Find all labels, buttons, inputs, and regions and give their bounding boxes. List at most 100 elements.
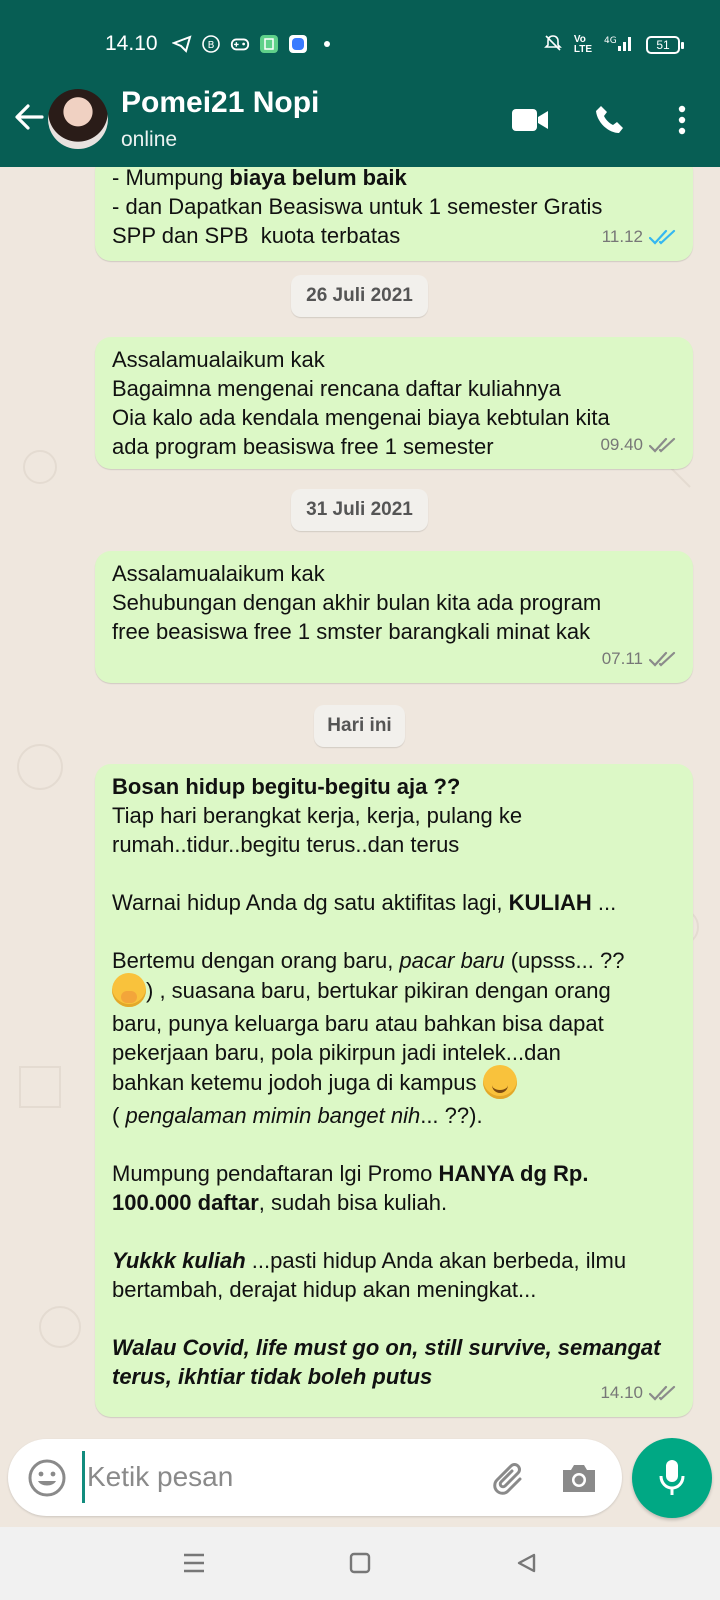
double-check-icon — [649, 1385, 676, 1401]
video-call-button[interactable] — [510, 100, 550, 140]
camera-icon — [563, 1465, 595, 1492]
message-text-run: Mumpung pendaftaran lgi Promo — [112, 1161, 439, 1186]
voice-call-button[interactable] — [590, 100, 630, 140]
message-time: 14.10 — [600, 1383, 643, 1402]
message-text-run: baru, punya keluarga baru atau bahkan bi… — [112, 1011, 604, 1036]
voice-message-button[interactable] — [632, 1438, 712, 1518]
message-meta: 14.10 — [600, 1378, 677, 1407]
message-text-run: pengalaman mimin banget nih — [125, 1103, 421, 1128]
message-line — [112, 1130, 675, 1159]
message-line — [112, 1217, 675, 1246]
message-text: - Mumpung biaya belum baik - dan Dapatkan… — [112, 167, 675, 250]
message-line: terus, ikhtiar tidak boleh putus — [112, 1362, 675, 1391]
date-chip-today: Hari ini — [314, 705, 405, 747]
message-bubble-2[interactable]: Assalamualaikum kak Bagaimna mengenai ren… — [95, 337, 693, 469]
message-meta: 11.12 — [602, 222, 677, 251]
back-nav-button[interactable] — [508, 1545, 544, 1581]
status-left-icons: B — [172, 34, 337, 54]
message-text-run: Yukkk kuliah — [112, 1248, 246, 1273]
message-text-run — [112, 1132, 118, 1157]
message-line: bertambah, derajat hidup akan meningkat.… — [112, 1275, 675, 1304]
double-check-read-icon — [649, 229, 676, 245]
attach-button[interactable] — [486, 1457, 528, 1499]
message-text-run: Bertemu dengan orang baru, — [112, 948, 400, 973]
message-text-run: Sehubungan dengan akhir bulan kita ada p… — [112, 590, 602, 615]
home-nav-button[interactable] — [342, 1545, 378, 1581]
contact-name[interactable]: Pomei21 Nopi — [121, 86, 319, 120]
message-meta: 07.11 — [602, 644, 677, 673]
menu-icon — [184, 1553, 204, 1573]
smiley-icon — [28, 1459, 66, 1497]
message-line: - dan Dapatkan Beasiswa untuk 1 semester… — [112, 192, 675, 221]
message-text-run: Oia kalo ada kendala mengenai biaya kebt… — [112, 405, 610, 430]
menu-nav-button[interactable] — [176, 1545, 212, 1581]
message-text-run: biaya belum baik — [229, 167, 407, 190]
message-line: ( pengalaman mimin banget nih... ??). — [112, 1101, 675, 1130]
message-text-run: free beasiswa free 1 smster barangkali m… — [112, 619, 591, 644]
message-text-run: Assalamualaikum kak — [112, 347, 325, 372]
home-icon — [349, 1552, 371, 1574]
message-meta: 09.40 — [600, 430, 677, 459]
message-text-run: SPP dan SPB kuota terbatas — [112, 223, 401, 248]
message-line: Mumpung pendaftaran lgi Promo HANYA dg R… — [112, 1159, 675, 1188]
message-line: ) , suasana baru, bertukar pikiran denga… — [112, 973, 675, 1009]
message-line — [112, 917, 675, 946]
message-line — [112, 859, 675, 888]
message-text-run: ( — [112, 1103, 126, 1128]
telegram-icon — [172, 34, 192, 54]
double-check-icon — [649, 651, 676, 667]
message-bubble-4[interactable]: Bosan hidup begitu-begitu aja ?? Tiap har… — [95, 764, 693, 1417]
message-text-run: 100.000 daftar — [112, 1190, 259, 1215]
message-text-run: Bagaimna mengenai rencana daftar kuliahn… — [112, 376, 561, 401]
message-bubble-1[interactable]: - Mumpung biaya belum baik - dan Dapatkan… — [95, 167, 693, 261]
phone-icon — [596, 106, 623, 133]
message-input[interactable] — [82, 1451, 462, 1503]
message-text-run — [112, 1219, 118, 1244]
chat-area[interactable]: - Mumpung biaya belum baik - dan Dapatkan… — [0, 167, 720, 1429]
message-text-run: bahkan ketemu jodoh juga di kampus — [112, 1069, 483, 1095]
message-text-run: HANYA dg Rp. — [438, 1161, 589, 1186]
avatar[interactable] — [48, 89, 108, 149]
message-text-run: (upsss... ?? — [504, 948, 625, 973]
message-line: Bagaimna mengenai rencana daftar kuliahn… — [112, 374, 675, 403]
back-triangle-icon — [517, 1553, 536, 1573]
hand-over-mouth-emoji — [112, 973, 146, 1007]
message-time: 09.40 — [600, 435, 643, 454]
message-text-run: ... ??). — [420, 1103, 483, 1128]
gamepad-icon — [230, 34, 250, 54]
message-text-run: Bosan hidup begitu-begitu aja ?? — [112, 774, 461, 799]
back-button[interactable] — [12, 100, 46, 134]
system-nav-bar — [0, 1527, 720, 1600]
message-line: baru, punya keluarga baru atau bahkan bi… — [112, 1009, 675, 1038]
message-text: Assalamualaikum kak Sehubungan dengan akh… — [112, 559, 675, 646]
message-text: Assalamualaikum kak Bagaimna mengenai ren… — [112, 345, 675, 461]
status-right-icons: Vo LTE 4G 51 — [543, 34, 684, 55]
message-bubble-3[interactable]: Assalamualaikum kak Sehubungan dengan akh… — [95, 551, 693, 683]
camera-button[interactable] — [558, 1457, 600, 1499]
status-bar: 14.10 B Vo LTE 4G 51 — [0, 0, 720, 88]
message-line: - Mumpung biaya belum baik — [112, 167, 675, 192]
message-line: 100.000 daftar, sudah bisa kuliah. — [112, 1188, 675, 1217]
status-time: 14.10 — [105, 32, 158, 55]
message-line: Bertemu dengan orang baru, pacar baru (u… — [112, 946, 675, 975]
message-text-run: pacar baru — [399, 948, 505, 973]
message-text-run: rumah..tidur..begitu terus..dan terus — [112, 832, 460, 857]
date-chip: 31 Juli 2021 — [291, 489, 428, 531]
message-text-run: ada program beasiswa free 1 semester — [112, 434, 494, 459]
message-text-run: - Mumpung — [112, 167, 230, 190]
svg-text:4G: 4G — [604, 36, 617, 46]
message-time: 11.12 — [601, 227, 643, 246]
date-chip: 26 Juli 2021 — [291, 275, 428, 317]
message-line: Sehubungan dengan akhir bulan kita ada p… — [112, 588, 675, 617]
message-line: free beasiswa free 1 smster barangkali m… — [112, 617, 675, 646]
message-text: Bosan hidup begitu-begitu aja ?? Tiap har… — [112, 772, 675, 1391]
message-text-run: KULIAH — [508, 890, 592, 915]
message-composer — [8, 1439, 622, 1516]
message-line: Walau Covid, life must go on, still surv… — [112, 1333, 675, 1362]
message-line: pekerjaan baru, pola pikirpun jadi intel… — [112, 1038, 675, 1067]
smiling-blush-emoji — [482, 1065, 517, 1099]
more-options-button[interactable] — [662, 100, 702, 140]
message-text-run: Walau Covid, life must go on, still surv… — [112, 1335, 661, 1360]
message-line: Warnai hidup Anda dg satu aktifitas lagi… — [112, 888, 675, 917]
emoji-button[interactable] — [26, 1457, 68, 1499]
